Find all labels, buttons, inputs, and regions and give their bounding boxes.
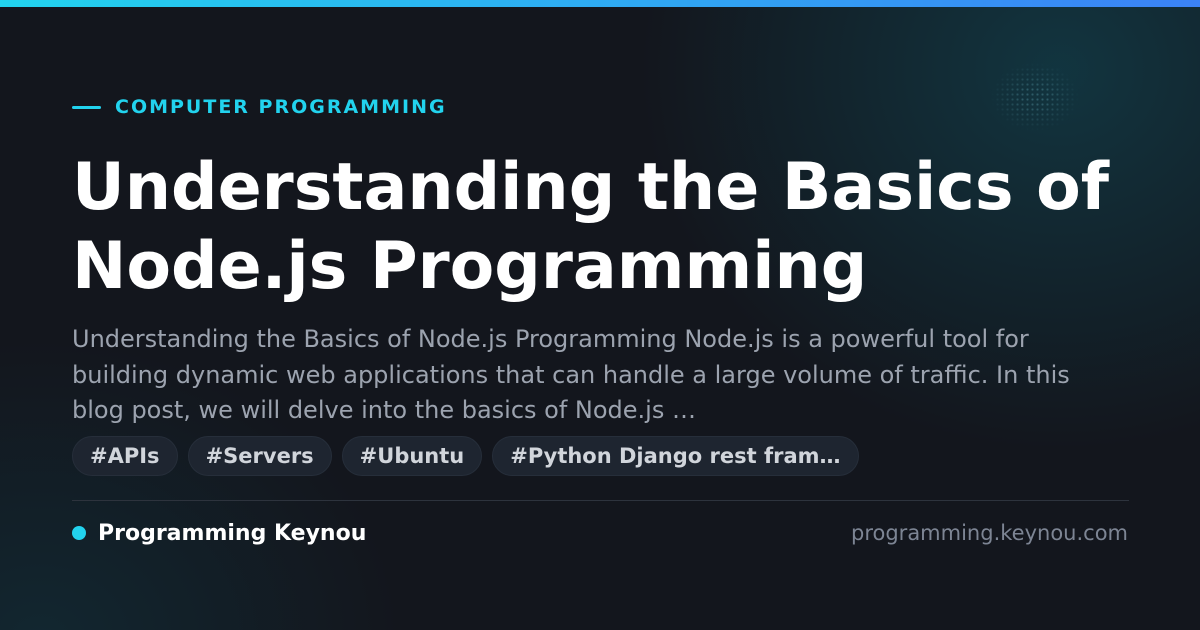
- footer-divider: [72, 500, 1129, 501]
- tag-chip[interactable]: #Ubuntu: [341, 436, 483, 476]
- category-label: COMPUTER PROGRAMMING: [115, 96, 447, 118]
- dot-pattern-decoration: [990, 62, 1080, 132]
- brand-name: Programming Keynou: [98, 520, 367, 546]
- tag-chip[interactable]: #Python Django rest fram…: [492, 436, 859, 476]
- tag-chip[interactable]: #APIs: [72, 436, 178, 476]
- brand-dot-icon: [72, 526, 86, 540]
- brand: Programming Keynou: [72, 518, 366, 548]
- post-excerpt: Understanding the Basics of Node.js Prog…: [72, 325, 1070, 424]
- post-title: Understanding the Basics of Node.js Prog…: [72, 150, 1110, 304]
- site-domain[interactable]: programming.keynou.com: [851, 518, 1128, 548]
- tag-chip[interactable]: #Servers: [187, 436, 332, 476]
- category-dash: [72, 105, 101, 109]
- share-card: COMPUTER PROGRAMMING Understanding the B…: [0, 0, 1200, 630]
- accent-top-bar: [0, 0, 1200, 7]
- tag-list: #APIs #Servers #Ubuntu #Python Django re…: [72, 436, 869, 476]
- category: COMPUTER PROGRAMMING: [72, 94, 447, 120]
